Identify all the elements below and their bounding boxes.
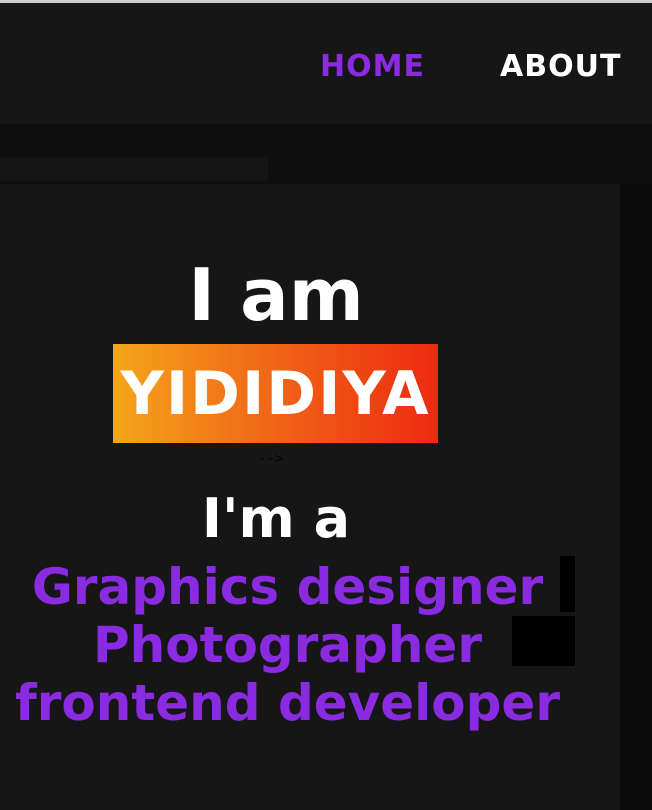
comment-artifact-text: --> <box>258 451 284 467</box>
hero-name: YIDIDIYA <box>120 358 431 429</box>
typing-cursor-block <box>512 616 575 666</box>
role-graphics-designer: Graphics designer <box>31 558 544 616</box>
role-frontend-developer: frontend developer <box>14 674 561 732</box>
hero-intro-text: I am <box>188 253 364 337</box>
nav-home-link[interactable]: HOME <box>320 49 425 85</box>
typing-cursor-block <box>560 556 575 612</box>
name-highlight-box: YIDIDIYA <box>113 344 438 443</box>
right-edge-panel <box>620 184 652 810</box>
role-intro-text: I'm a <box>201 487 351 550</box>
role-photographer: Photographer <box>93 616 482 674</box>
decorative-strip <box>0 157 268 181</box>
nav-about-link[interactable]: ABOUT <box>500 49 621 85</box>
top-navbar: HOME ABOUT <box>0 3 652 124</box>
